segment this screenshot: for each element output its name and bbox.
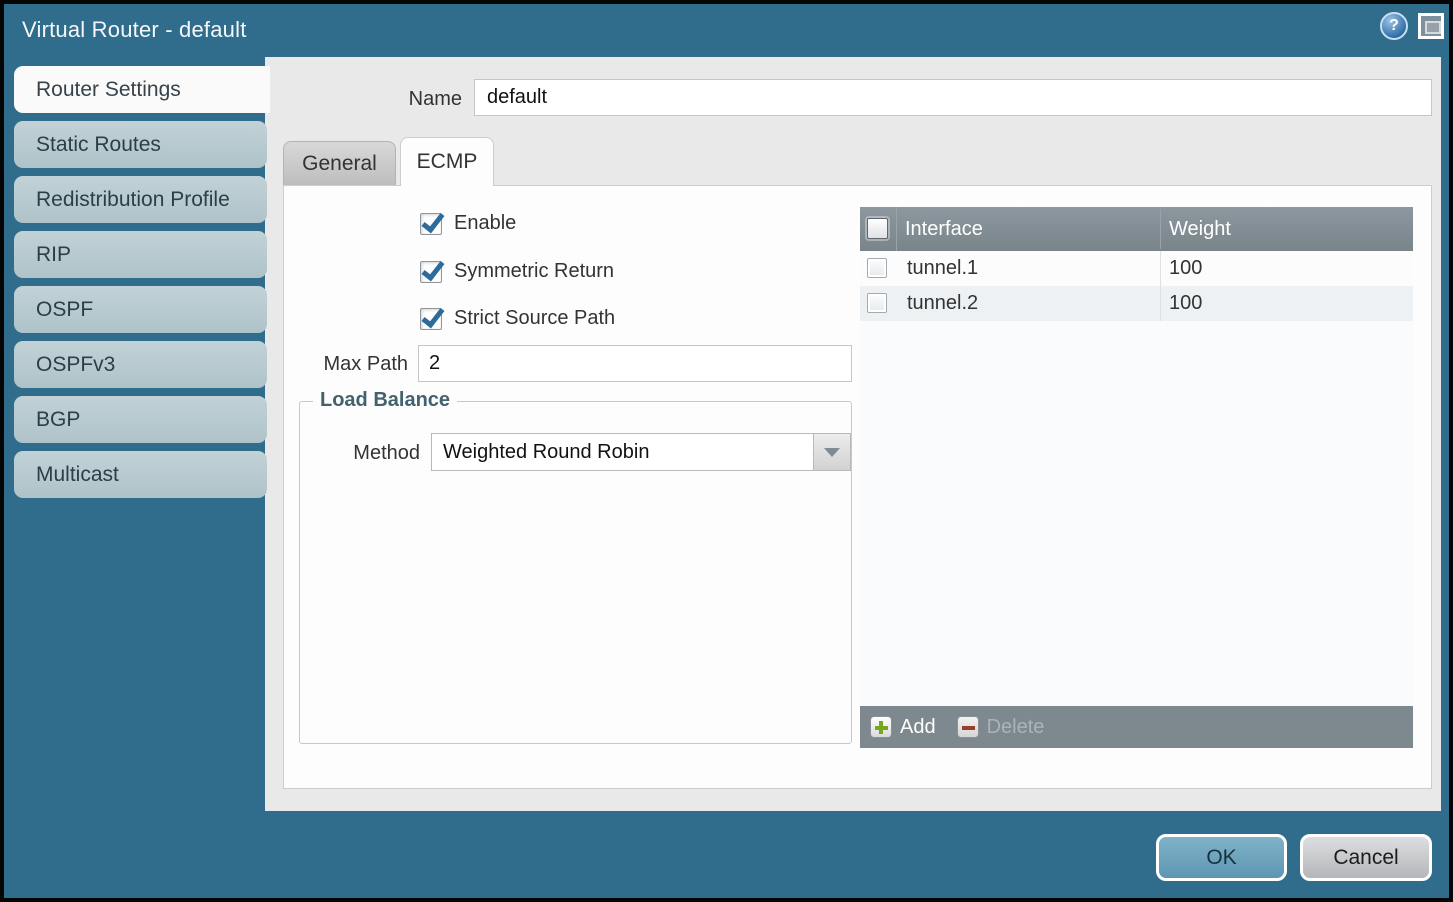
sidebar-item-rip[interactable]: RIP xyxy=(14,231,267,278)
minus-icon xyxy=(957,716,979,738)
delete-button-label: Delete xyxy=(987,716,1045,739)
sidebar-item-bgp[interactable]: BGP xyxy=(14,396,267,443)
dialog-background: Virtual Router - default Router Settings… xyxy=(4,4,1449,898)
dialog-title: Virtual Router - default xyxy=(22,17,247,43)
cell-interface: tunnel.1 xyxy=(907,251,978,286)
symmetric-return-label: Symmetric Return xyxy=(454,260,614,283)
delete-button[interactable]: Delete xyxy=(957,716,1045,739)
strict-source-path-checkbox[interactable] xyxy=(420,308,442,330)
sidebar-item-multicast[interactable]: Multicast xyxy=(14,451,267,498)
help-icon[interactable] xyxy=(1380,12,1408,40)
interface-table-header: Interface Weight xyxy=(860,207,1413,251)
max-path-input[interactable] xyxy=(418,345,852,382)
select-all-checkbox[interactable] xyxy=(867,218,888,239)
enable-checkbox[interactable] xyxy=(420,213,442,235)
column-divider xyxy=(1160,209,1161,249)
method-selected-value: Weighted Round Robin xyxy=(443,434,649,470)
strict-source-path-label: Strict Source Path xyxy=(454,307,615,330)
cancel-button[interactable]: Cancel xyxy=(1300,834,1432,881)
sidebar-item-redistribution-profile[interactable]: Redistribution Profile xyxy=(14,176,267,223)
virtual-router-dialog: Virtual Router - default Router Settings… xyxy=(0,0,1453,902)
ok-button[interactable]: OK xyxy=(1156,834,1287,881)
add-button[interactable]: Add xyxy=(870,716,936,739)
table-footer: Add Delete xyxy=(860,706,1413,748)
header-checkbox-cell xyxy=(860,207,897,251)
max-path-label: Max Path xyxy=(302,353,408,376)
table-row-tunnel2[interactable]: tunnel.2 100 xyxy=(860,286,1413,321)
tab-general[interactable]: General xyxy=(283,141,396,186)
chevron-down-icon xyxy=(824,448,840,457)
ecmp-panel: Enable Symmetric Return Strict Source Pa… xyxy=(283,185,1432,789)
strict-source-path-checkbox-row: Strict Source Path xyxy=(420,307,615,330)
symmetric-return-checkbox-row: Symmetric Return xyxy=(420,260,614,283)
interface-table: Interface Weight tunnel.1 100 tunnel.2 1… xyxy=(860,207,1413,748)
cell-interface: tunnel.2 xyxy=(907,286,978,321)
cell-weight: 100 xyxy=(1169,286,1202,321)
enable-checkbox-row: Enable xyxy=(420,212,516,235)
symmetric-return-checkbox[interactable] xyxy=(420,261,442,283)
cell-weight: 100 xyxy=(1169,251,1202,286)
method-dropdown-button[interactable] xyxy=(813,434,850,470)
enable-label: Enable xyxy=(454,212,516,235)
sidebar: Router Settings Static Routes Redistribu… xyxy=(14,66,267,506)
method-dropdown[interactable]: Weighted Round Robin xyxy=(431,433,851,471)
row-checkbox-tunnel2[interactable] xyxy=(867,293,887,313)
column-header-interface[interactable]: Interface xyxy=(905,207,1160,251)
load-balance-legend: Load Balance xyxy=(313,389,457,412)
plus-icon xyxy=(870,716,892,738)
sidebar-item-ospf[interactable]: OSPF xyxy=(14,286,267,333)
load-balance-fieldset: Load Balance Method Weighted Round Robin xyxy=(299,401,852,744)
row-checkbox-tunnel1[interactable] xyxy=(867,258,887,278)
name-input[interactable] xyxy=(474,79,1432,116)
method-label: Method xyxy=(328,442,420,465)
table-row-tunnel1[interactable]: tunnel.1 100 xyxy=(860,251,1413,286)
add-button-label: Add xyxy=(900,716,936,739)
column-header-weight[interactable]: Weight xyxy=(1169,207,1409,251)
tab-ecmp[interactable]: ECMP xyxy=(400,137,494,186)
sidebar-item-router-settings[interactable]: Router Settings xyxy=(14,66,270,113)
window-restore-icon[interactable] xyxy=(1418,13,1444,39)
sidebar-item-static-routes[interactable]: Static Routes xyxy=(14,121,267,168)
sidebar-item-ospfv3[interactable]: OSPFv3 xyxy=(14,341,267,388)
name-label: Name xyxy=(334,88,462,111)
table-empty-area xyxy=(860,321,1413,706)
